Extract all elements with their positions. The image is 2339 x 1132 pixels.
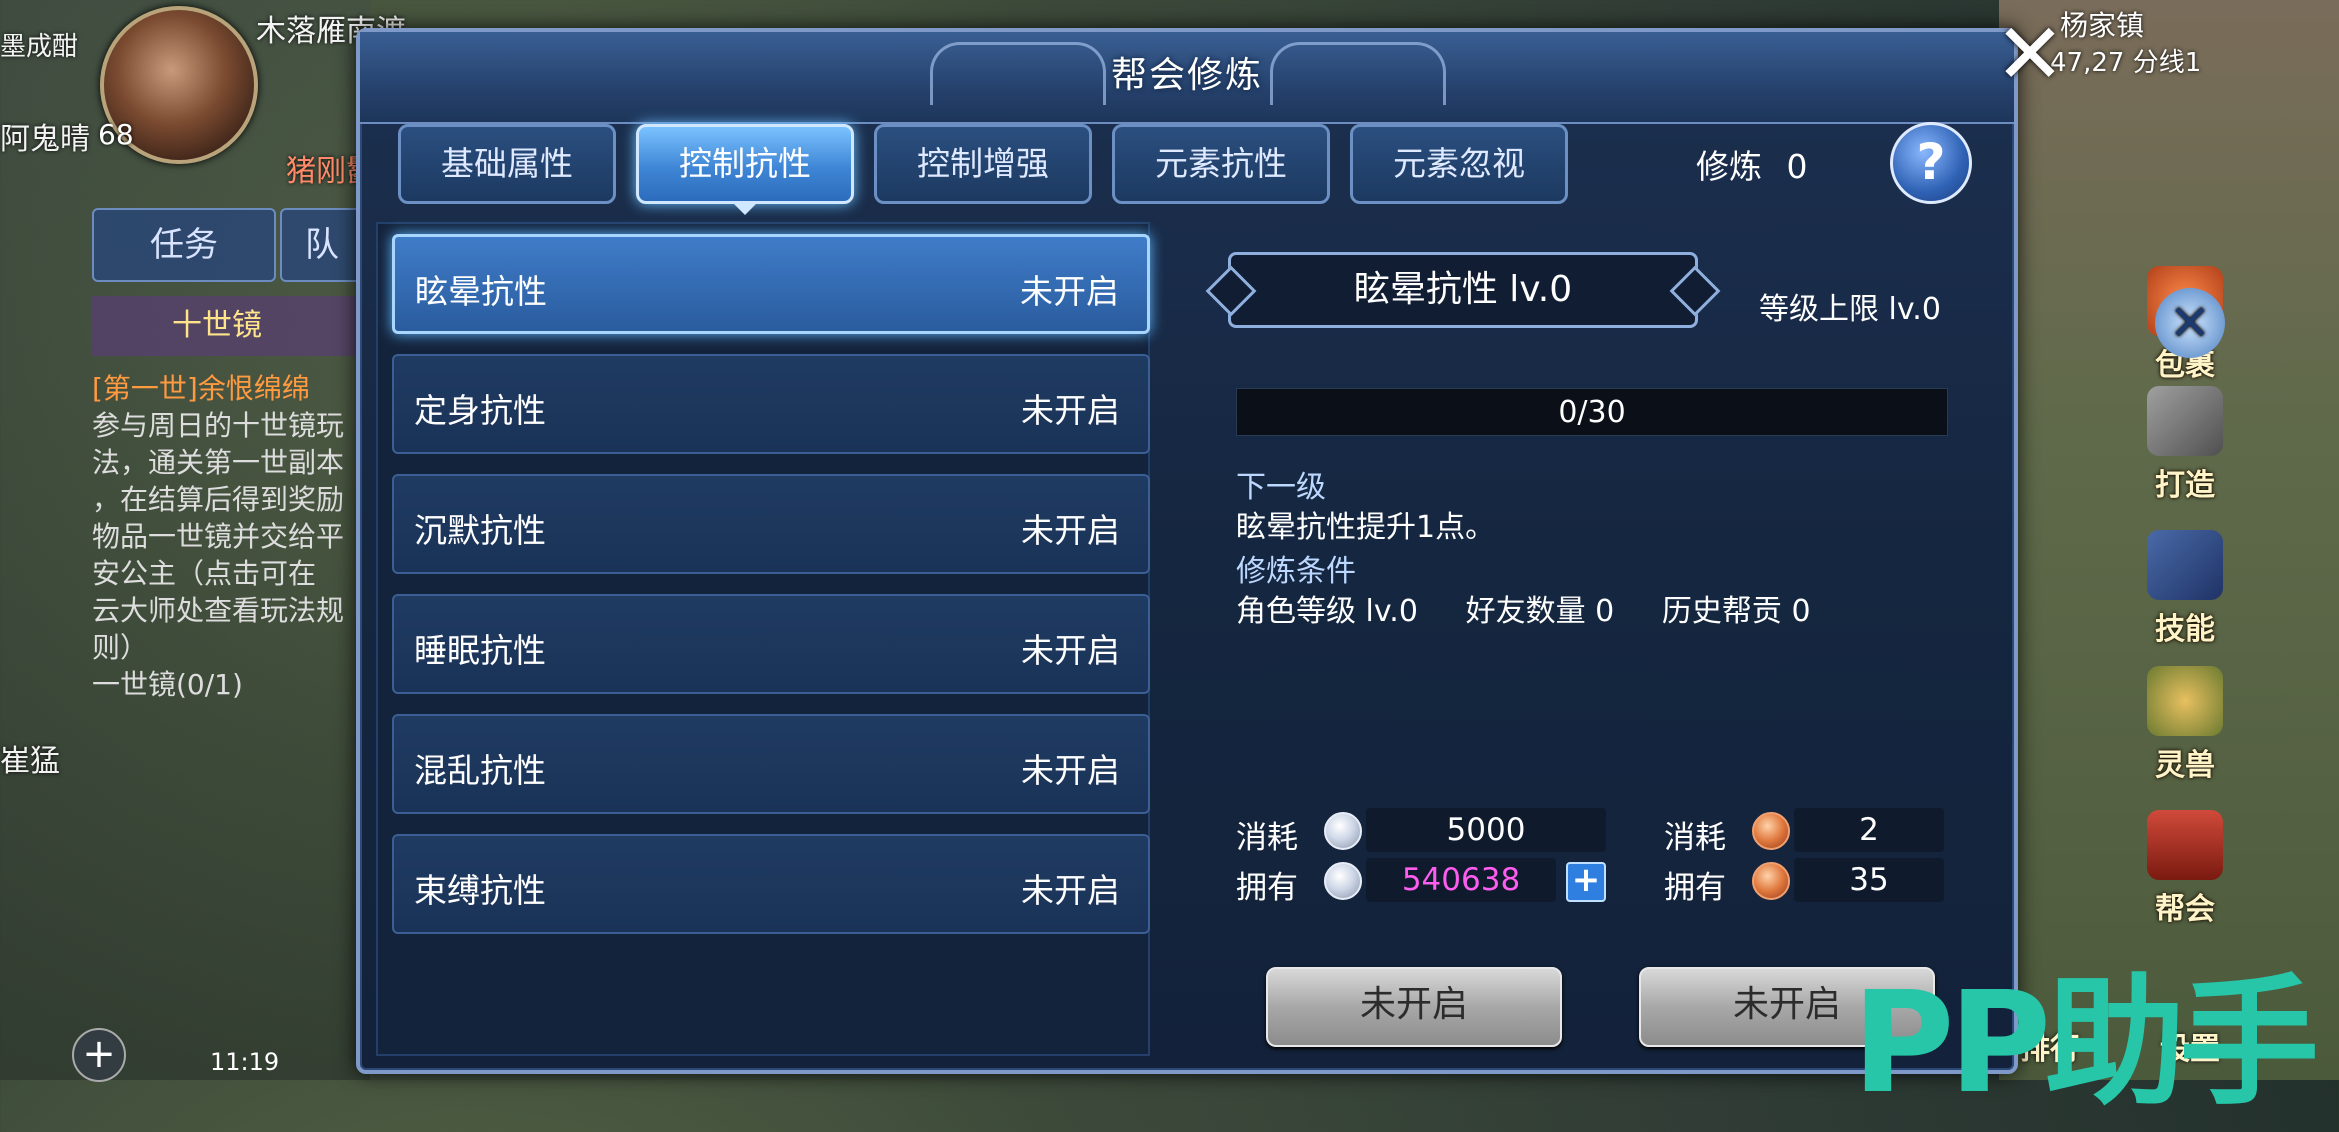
cost-label: 消耗 [1664, 820, 1726, 856]
tab-basic-attributes[interactable]: 基础属性 [398, 124, 616, 204]
quest-line: ，在结算后得到奖励 [92, 483, 345, 516]
forge-button[interactable]: 打造 [2140, 386, 2230, 504]
copper-cost-row: 消耗 2 [1664, 808, 1964, 856]
conditions-text: 角色等级 lv.0 好友数量 0 历史帮贡 0 [1236, 594, 1811, 629]
list-item-state: 未开启 [1021, 391, 1120, 430]
progress-text: 0/30 [1558, 395, 1626, 430]
guild-button[interactable]: 帮会 [2140, 810, 2230, 928]
spirit-beast-icon [2147, 666, 2223, 736]
training-points-label: 修炼 [1696, 147, 1762, 186]
training-points-value: 0 [1786, 147, 1808, 186]
player-level: 68 [98, 118, 134, 151]
list-item-state: 未开启 [1021, 871, 1120, 910]
copper-coin-icon [1752, 812, 1790, 850]
tab-control-enhance[interactable]: 控制增强 [874, 124, 1092, 204]
silver-own-value: 540638 [1366, 858, 1556, 902]
list-item-state: 未开启 [1021, 631, 1120, 670]
top-left-text: 墨成酣 [0, 32, 79, 62]
panel-header: 帮会修炼 [360, 32, 2014, 124]
close-icon[interactable]: ✕ [1990, 12, 2070, 96]
map-name: 杨家镇 [2060, 9, 2145, 42]
quest-body[interactable]: [第一世]余恨绵绵参与周日的十世镜玩 法，通关第一世副本 ，在结算后得到奖励 物品一世… [92, 370, 362, 703]
training-points: 修炼 0 [1696, 140, 1808, 188]
list-item-root-resistance[interactable]: 定身抗性 未开启 [392, 354, 1150, 454]
quest-line: 则） [92, 631, 149, 664]
own-label: 拥有 [1664, 870, 1726, 906]
list-item-state: 未开启 [1021, 511, 1120, 550]
list-item-bind-resistance[interactable]: 束缚抗性 未开启 [392, 834, 1150, 934]
list-item-name: 混乱抗性 [414, 751, 546, 790]
skill-label: 技能 [2155, 612, 2215, 647]
own-label: 拥有 [1236, 870, 1298, 906]
list-item-sleep-resistance[interactable]: 睡眠抗性 未开启 [392, 594, 1150, 694]
bottom-left-name: 崔猛 [0, 744, 60, 779]
list-item-silence-resistance[interactable]: 沉默抗性 未开启 [392, 474, 1150, 574]
list-item-stun-resistance[interactable]: 眩晕抗性 未开启 [392, 234, 1150, 334]
forge-label: 打造 [2155, 468, 2215, 503]
x-icon: ✕ [2155, 288, 2225, 358]
copper-coin-icon [1752, 862, 1790, 900]
list-item-confusion-resistance[interactable]: 混乱抗性 未开启 [392, 714, 1150, 814]
copper-own-value: 35 [1794, 858, 1944, 902]
list-item-name: 沉默抗性 [414, 511, 546, 550]
panel-title: 帮会修炼 [1110, 55, 1263, 96]
close-side-x-button[interactable]: ✕ [2150, 288, 2230, 362]
guild-label: 帮会 [2155, 892, 2215, 927]
silver-coin-icon [1324, 812, 1362, 850]
quest-line: [第一世]余恨绵绵 [92, 372, 310, 405]
skill-title-banner: 眩晕抗性 lv.0 [1228, 252, 1698, 328]
quest-line: 法，通关第一世副本 [92, 446, 345, 479]
guild-icon [2147, 810, 2223, 880]
help-button[interactable]: ? [1890, 122, 1972, 204]
quest-line: 云大师处查看玩法规 [92, 594, 345, 627]
task-tab[interactable]: 任务 [92, 208, 276, 282]
next-level-text: 眩晕抗性提升1点。 [1236, 510, 1496, 545]
cost-label: 消耗 [1236, 820, 1298, 856]
copper-own-row: 拥有 35 [1664, 858, 1964, 906]
list-item-name: 眩晕抗性 [415, 272, 547, 311]
team-tab[interactable]: 队 [280, 208, 364, 282]
silver-cost-row: 消耗 5000 [1236, 808, 1606, 856]
next-level-label: 下一级 [1236, 470, 1326, 505]
quest-line: 物品一世镜并交给平 [92, 520, 345, 553]
tab-element-ignore[interactable]: 元素忽视 [1350, 124, 1568, 204]
forge-icon [2147, 386, 2223, 456]
spirit-beast-label: 灵兽 [2155, 748, 2215, 783]
level-cap: 等级上限 lv.0 [1759, 292, 1941, 327]
quest-line: 参与周日的十世镜玩 [92, 409, 345, 442]
conditions-label: 修炼条件 [1236, 554, 1356, 589]
guild-training-panel: 帮会修炼 基础属性 控制抗性 控制增强 元素抗性 元素忽视 修炼 0 ? 眩晕抗… [356, 28, 2018, 1074]
quest-line: 安公主（点击可在 [92, 557, 317, 590]
quest-title[interactable]: 十世镜 [92, 296, 362, 356]
train-button-left[interactable]: 未开启 [1266, 967, 1562, 1047]
detail-pane: 眩晕抗性 lv.0 等级上限 lv.0 0/30 下一级 眩晕抗性提升1点。 修… [1184, 222, 2000, 1052]
list-item-name: 束缚抗性 [414, 871, 546, 910]
clock-time: 11:19 [210, 1048, 280, 1076]
tab-control-resistance[interactable]: 控制抗性 [636, 124, 854, 215]
resistance-list: 眩晕抗性 未开启 定身抗性 未开启 沉默抗性 未开启 睡眠抗性 未开启 混乱抗性… [376, 222, 1150, 1056]
add-silver-button[interactable]: + [1566, 862, 1606, 902]
list-item-name: 定身抗性 [414, 391, 546, 430]
spirit-beast-button[interactable]: 灵兽 [2140, 666, 2230, 784]
pp-watermark: PP助手 [1852, 962, 2319, 1125]
list-item-state: 未开启 [1020, 272, 1119, 311]
list-item-name: 睡眠抗性 [414, 631, 546, 670]
list-item-state: 未开启 [1021, 751, 1120, 790]
skill-button[interactable]: 技能 [2140, 530, 2230, 648]
tab-element-resistance[interactable]: 元素抗性 [1112, 124, 1330, 204]
silver-own-row: 拥有 540638 + [1236, 858, 1606, 906]
progress-bar: 0/30 [1236, 388, 1948, 436]
expand-plus-button[interactable]: + [72, 1028, 126, 1082]
side-name: 阿鬼晴 [0, 122, 90, 157]
quest-line: 一世镜(0/1) [92, 668, 243, 701]
silver-coin-icon [1324, 862, 1362, 900]
map-coordinates: 47,27 分线1 [2050, 48, 2202, 78]
silver-cost-value: 5000 [1366, 808, 1606, 852]
skill-book-icon [2147, 530, 2223, 600]
copper-cost-value: 2 [1794, 808, 1944, 852]
